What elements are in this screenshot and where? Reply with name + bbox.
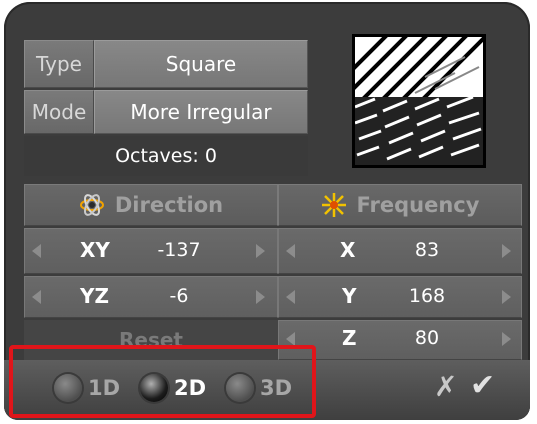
starburst-icon bbox=[321, 192, 347, 218]
atom-icon bbox=[79, 192, 105, 218]
y-axis-label: Y bbox=[342, 284, 357, 308]
z-increment-arrow[interactable] bbox=[502, 332, 511, 346]
xy-axis-label: XY bbox=[80, 238, 110, 262]
frequency-header: Frequency bbox=[278, 184, 522, 226]
yz-value[interactable]: -6 bbox=[144, 285, 214, 307]
ok-checkmark-icon[interactable]: ✔ bbox=[470, 368, 495, 403]
type-selector[interactable]: Square bbox=[94, 40, 308, 88]
direction-title: Direction bbox=[114, 193, 224, 217]
octaves-field[interactable]: Octaves: 0 bbox=[24, 136, 308, 176]
y-decrement-arrow[interactable] bbox=[286, 290, 295, 304]
yz-axis-label: YZ bbox=[80, 284, 109, 308]
cancel-icon[interactable]: ✗ bbox=[434, 370, 457, 403]
mode-selector[interactable]: More Irregular bbox=[94, 90, 308, 134]
noise-preview-image bbox=[352, 34, 486, 168]
z-decrement-arrow[interactable] bbox=[286, 332, 295, 346]
z-value[interactable]: 80 bbox=[392, 327, 462, 349]
xy-value[interactable]: -137 bbox=[144, 239, 214, 261]
xy-decrement-arrow[interactable] bbox=[32, 244, 41, 258]
direction-header: Direction bbox=[24, 184, 278, 226]
x-decrement-arrow[interactable] bbox=[286, 244, 295, 258]
yz-decrement-arrow[interactable] bbox=[32, 290, 41, 304]
y-increment-arrow[interactable] bbox=[502, 290, 511, 304]
x-value[interactable]: 83 bbox=[392, 239, 462, 261]
type-label: Type bbox=[24, 40, 94, 88]
x-increment-arrow[interactable] bbox=[502, 244, 511, 258]
frequency-title: Frequency bbox=[356, 193, 480, 217]
mode-label: Mode bbox=[24, 90, 94, 134]
yz-increment-arrow[interactable] bbox=[256, 290, 265, 304]
y-value[interactable]: 168 bbox=[392, 285, 462, 307]
xy-increment-arrow[interactable] bbox=[256, 244, 265, 258]
highlight-box bbox=[9, 345, 316, 418]
x-axis-label: X bbox=[340, 238, 356, 262]
z-axis-label: Z bbox=[342, 326, 357, 350]
